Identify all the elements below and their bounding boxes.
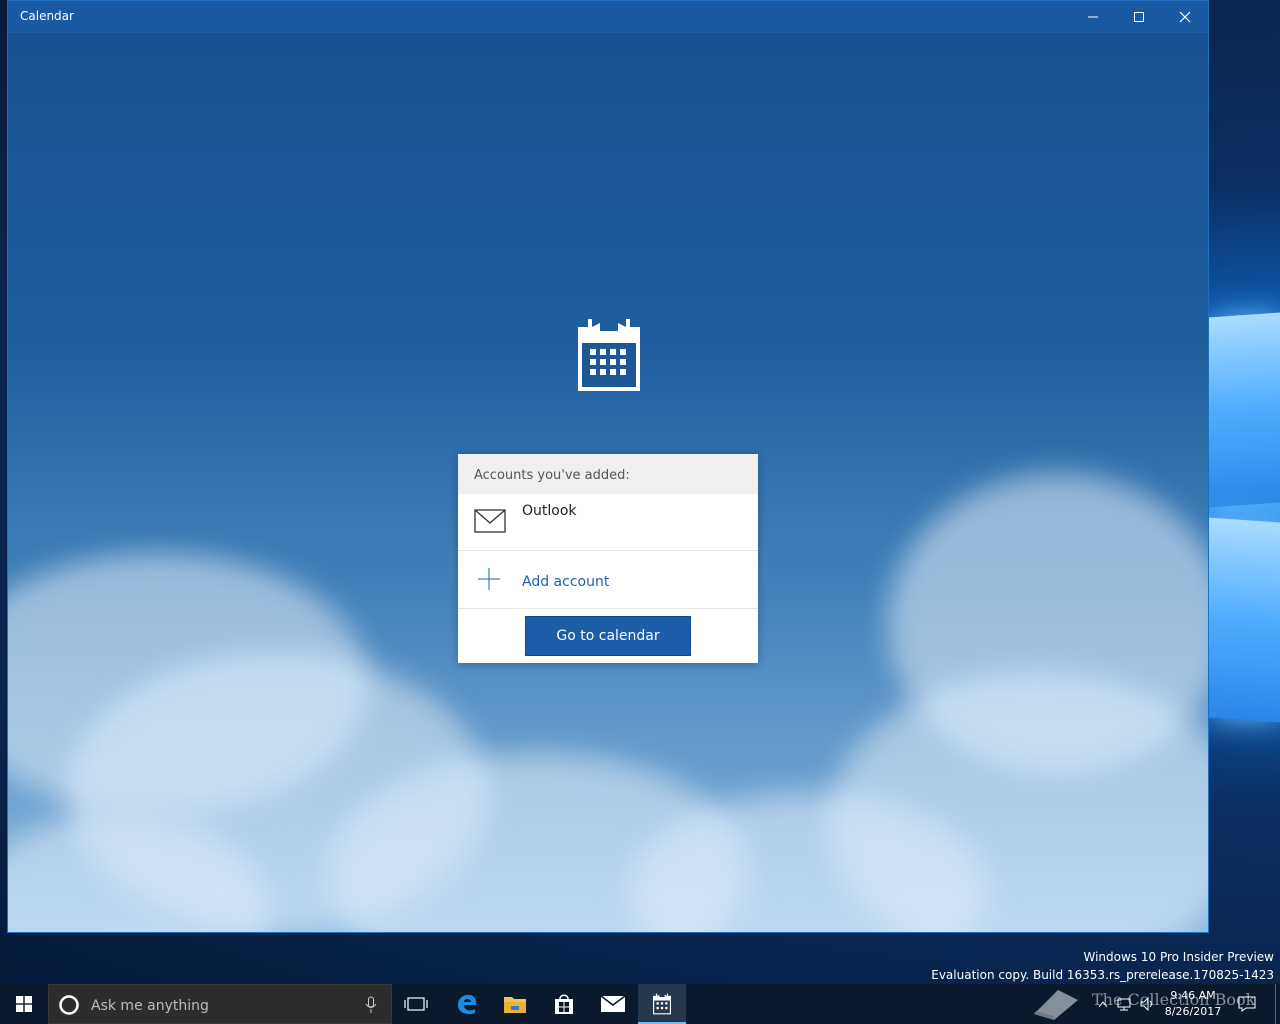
action-center-icon (1238, 996, 1256, 1012)
maximize-button[interactable] (1116, 1, 1162, 33)
system-clock[interactable]: 9:46 AM 8/26/2017 (1160, 988, 1226, 1020)
book-logo-icon (1034, 990, 1078, 1020)
start-button[interactable] (0, 984, 48, 1024)
network-tray-button[interactable] (1114, 984, 1134, 1024)
calendar-icon (578, 319, 640, 391)
account-name: Outlook (522, 503, 577, 519)
chevron-up-icon (1098, 1001, 1108, 1008)
plus-icon (478, 568, 500, 590)
store-taskbar-button[interactable] (540, 984, 588, 1024)
action-center-button[interactable] (1230, 984, 1264, 1024)
show-desktop-button[interactable] (1275, 984, 1280, 1024)
account-item-outlook[interactable]: Outlook (458, 494, 758, 551)
microphone-icon[interactable] (365, 996, 377, 1014)
accounts-header: Accounts you've added: (458, 454, 758, 494)
task-view-icon (404, 997, 428, 1011)
calendar-icon (653, 993, 671, 1015)
calendar-window: Calendar Accounts you've added: Outlook … (7, 0, 1209, 933)
show-hidden-icons-button[interactable] (1094, 984, 1112, 1024)
welcome-background: Accounts you've added: Outlook Add accou… (8, 33, 1208, 932)
mail-icon (474, 509, 506, 533)
store-icon (555, 994, 573, 1014)
clock-date: 8/26/2017 (1164, 1005, 1222, 1018)
edge-icon (458, 994, 477, 1015)
accounts-card: Accounts you've added: Outlook Add accou… (458, 454, 758, 663)
cortana-search-box[interactable] (48, 984, 392, 1024)
mail-icon (600, 995, 626, 1012)
windows-logo-graphic (1208, 285, 1280, 735)
close-icon (1179, 11, 1191, 23)
title-bar[interactable]: Calendar (8, 1, 1208, 33)
clock-time: 9:46 AM (1170, 989, 1216, 1002)
calendar-taskbar-button[interactable] (638, 984, 686, 1024)
window-title: Calendar (20, 9, 74, 23)
taskbar: The Collection Book 9:46 AM 8/26/2017 (0, 984, 1280, 1024)
search-input[interactable] (89, 995, 353, 1017)
watermark-build: Evaluation copy. Build 16353.rs_prerelea… (931, 968, 1274, 982)
close-button[interactable] (1162, 1, 1208, 33)
volume-tray-button[interactable] (1138, 984, 1158, 1024)
go-to-calendar-button[interactable]: Go to calendar (525, 616, 691, 656)
edge-taskbar-button[interactable] (443, 984, 491, 1024)
watermark-edition: Windows 10 Pro Insider Preview (1083, 950, 1274, 964)
windows-start-icon (16, 996, 32, 1012)
task-view-button[interactable] (392, 984, 440, 1024)
file-explorer-taskbar-button[interactable] (491, 984, 539, 1024)
add-account-label: Add account (522, 574, 610, 590)
add-account-button[interactable]: Add account (458, 551, 758, 609)
minimize-button[interactable] (1070, 1, 1116, 33)
speaker-icon (1140, 997, 1152, 1011)
cortana-circle-icon (59, 995, 79, 1015)
maximize-icon (1134, 12, 1144, 22)
folder-icon (504, 997, 526, 1013)
network-icon (1117, 998, 1131, 1011)
minimize-icon (1088, 16, 1098, 18)
mail-taskbar-button[interactable] (589, 984, 637, 1024)
